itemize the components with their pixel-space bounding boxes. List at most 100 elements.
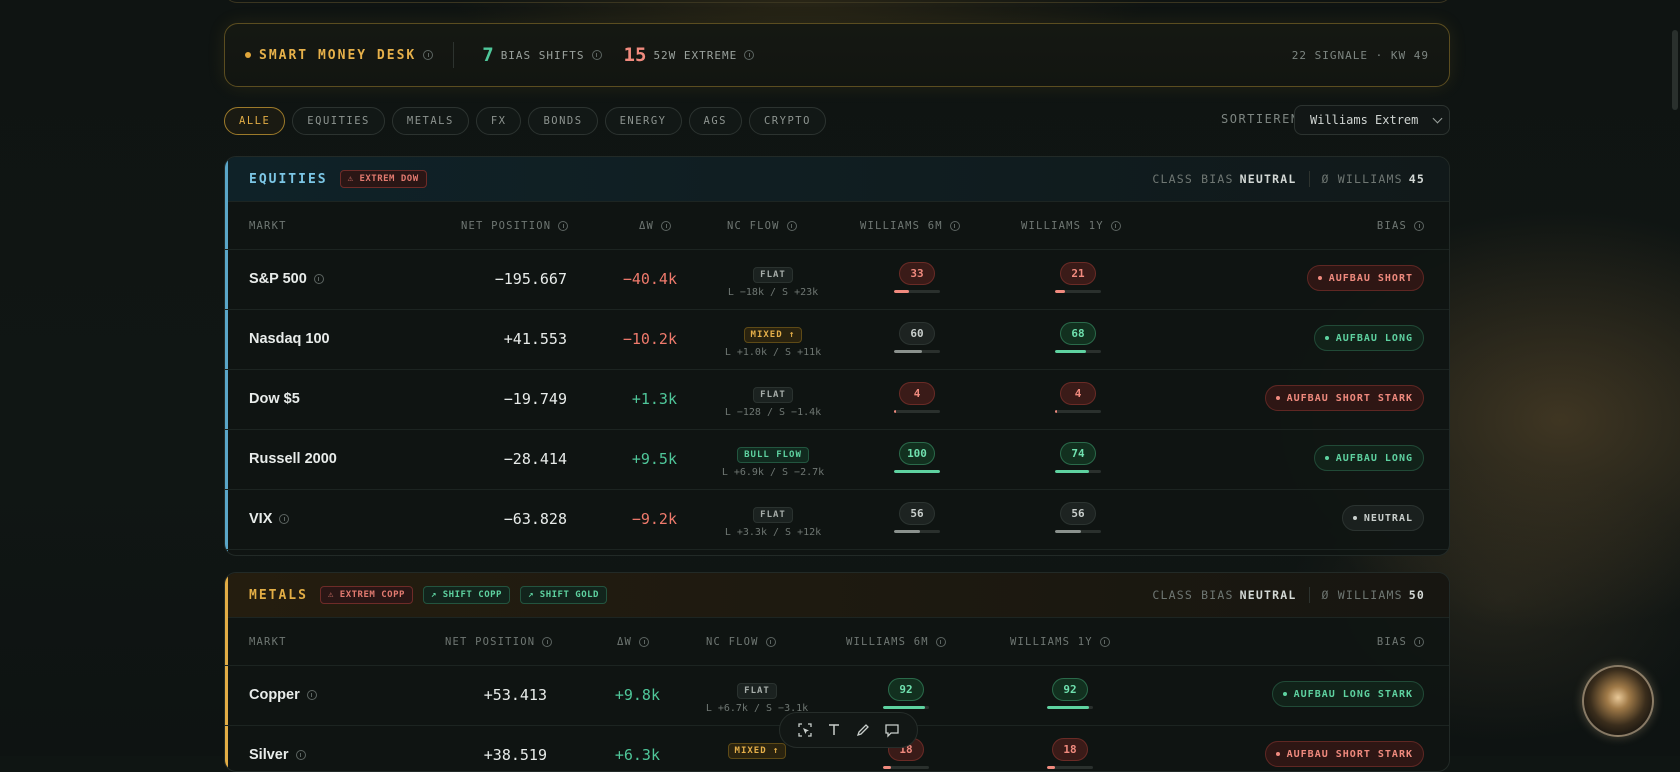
scrollbar-thumb[interactable] <box>1672 30 1678 110</box>
info-icon[interactable] <box>1110 221 1121 231</box>
info-icon[interactable] <box>1099 637 1110 647</box>
filter-chip-bonds[interactable]: BONDS <box>528 107 598 135</box>
pen-icon[interactable] <box>852 719 874 741</box>
williams-1y-bar-fill <box>1055 350 1087 353</box>
info-icon[interactable] <box>591 50 602 60</box>
table-row[interactable]: Russell 2000 −28.414 +9.5k BULL FLOW L +6.9k… <box>225 430 1449 490</box>
column-williams-1y: WILLIAMS 1Y <box>1010 636 1110 648</box>
signal-tag[interactable]: ↗ SHIFT COPP <box>422 586 510 604</box>
table-header-row: MARKT NET POSITION ΔW NC FLOW WILLIAMS 6M WIL… <box>225 618 1449 666</box>
filter-chip-ags[interactable]: AGS <box>688 107 742 135</box>
select-icon[interactable] <box>794 719 816 741</box>
market-name-text: Russell 2000 <box>249 451 337 467</box>
williams-1y: 4 <box>1055 382 1101 413</box>
signal-tag[interactable]: ↗ SHIFT GOLD <box>519 586 607 604</box>
info-icon[interactable] <box>1414 221 1424 231</box>
market-name-text: Dow $5 <box>249 391 300 407</box>
assistant-orb-button[interactable] <box>1582 665 1654 737</box>
market-name-text: Silver <box>249 747 289 763</box>
signal-meta: 22 SIGNALE · KW 49 <box>1291 48 1429 62</box>
market-name[interactable]: Russell 2000 <box>249 451 337 467</box>
column-net-position-text: NET POSITION <box>445 636 536 648</box>
nc-flow-cell: BULL FLOW L +6.9k / S −2.7k <box>713 442 833 478</box>
info-icon[interactable] <box>1414 637 1424 647</box>
williams-1y-bar-fill <box>1055 410 1057 413</box>
table-row[interactable]: S&P 500 −195.667 −40.4k FLAT L −18k / S +23k… <box>225 250 1449 310</box>
table-row[interactable]: VIX −63.828 −9.2k FLAT L +3.3k / S +12k 56 56 N… <box>225 490 1449 550</box>
bias-badge[interactable]: NEUTRAL <box>1341 505 1424 531</box>
williams-6m-bar-fill <box>894 290 910 293</box>
section-header: EQUITIES ⚠ EXTREM DOW CLASS BIAS NEUTRAL Ø W… <box>225 157 1449 202</box>
column-williams-6m: WILLIAMS 6M <box>846 636 946 648</box>
extreme-label: 52W EXTREME <box>653 48 738 62</box>
info-icon[interactable] <box>935 637 946 647</box>
info-icon[interactable] <box>295 750 306 761</box>
market-name[interactable]: Dow $5 <box>249 391 300 407</box>
bias-badge[interactable]: AUFBAU LONG <box>1313 325 1424 351</box>
filter-chip-alle[interactable]: ALLE <box>224 107 286 135</box>
filter-chip-energy[interactable]: ENERGY <box>604 107 682 135</box>
bias-badge[interactable]: AUFBAU LONG STARK <box>1271 681 1424 707</box>
flow-badge: MIXED ↑ <box>727 743 787 759</box>
info-icon[interactable] <box>542 637 553 647</box>
williams-avg-value: 50 <box>1408 588 1425 602</box>
williams-6m-value: 92 <box>888 678 924 701</box>
williams-1y: 74 <box>1055 442 1101 473</box>
info-icon[interactable] <box>558 221 569 231</box>
info-icon[interactable] <box>786 221 797 231</box>
market-name[interactable]: VIX <box>249 511 290 527</box>
bias-badge[interactable]: AUFBAU SHORT STARK <box>1264 741 1424 767</box>
market-name[interactable]: Copper <box>249 687 317 703</box>
williams-1y: 68 <box>1055 322 1101 353</box>
info-icon[interactable] <box>639 637 650 647</box>
table-row[interactable]: Dow $5 −19.749 +1.3k FLAT L −128 / S −1.4k 4 4… <box>225 370 1449 430</box>
williams-6m: 56 <box>894 502 940 533</box>
divider <box>1308 171 1310 187</box>
section-panel-equities: EQUITIES ⚠ EXTREM DOW CLASS BIAS NEUTRAL Ø W… <box>224 156 1450 556</box>
info-icon[interactable] <box>949 221 960 231</box>
williams-1y-bar-fill <box>1055 470 1090 473</box>
column-delta-w: ΔW <box>639 220 672 232</box>
signal-tag[interactable]: ⚠ EXTREM COPP <box>319 586 413 604</box>
class-bias-label: CLASS BIAS <box>1152 588 1234 602</box>
filter-chip-equities[interactable]: EQUITIES <box>292 107 385 135</box>
filter-chip-fx[interactable]: FX <box>475 107 522 135</box>
williams-6m-value: 33 <box>899 262 935 285</box>
filter-chip-metals[interactable]: METALS <box>391 107 469 135</box>
flow-detail: L +6.9k / S −2.7k <box>721 467 825 478</box>
sort-select[interactable]: Williams Extrem <box>1294 105 1450 135</box>
info-icon[interactable] <box>765 637 776 647</box>
bias-badge[interactable]: AUFBAU SHORT STARK <box>1264 385 1424 411</box>
net-position: −63.828 <box>503 510 567 528</box>
sort-label: SORTIEREN <box>1221 112 1300 126</box>
williams-6m-bar <box>894 410 940 413</box>
delta-w: +9.5k <box>631 450 677 468</box>
table-header-row: MARKT NET POSITION ΔW NC FLOW WILLIAMS 6M WIL… <box>225 202 1449 250</box>
delta-w: −40.4k <box>622 270 677 288</box>
column-nc-flow-text: NC FLOW <box>727 220 780 232</box>
market-name[interactable]: Nasdaq 100 <box>249 331 330 347</box>
williams-1y-value: 21 <box>1060 262 1096 285</box>
market-name[interactable]: Silver <box>249 747 306 763</box>
table-row[interactable]: Nasdaq 100 +41.553 −10.2k MIXED ↑ L +1.0k / … <box>225 310 1449 370</box>
signal-tag[interactable]: ⚠ EXTREM DOW <box>339 170 427 188</box>
info-icon[interactable] <box>423 50 434 60</box>
info-icon[interactable] <box>306 690 317 701</box>
info-icon[interactable] <box>744 50 755 60</box>
column-nc-flow: NC FLOW <box>727 220 797 232</box>
bias-badge[interactable]: AUFBAU SHORT <box>1306 265 1424 291</box>
info-icon[interactable] <box>661 221 672 231</box>
section-title: METALS <box>249 587 308 603</box>
williams-1y: 18 <box>1047 738 1093 769</box>
comment-icon[interactable] <box>881 719 903 741</box>
info-icon[interactable] <box>279 514 290 525</box>
market-name[interactable]: S&P 500 <box>249 271 324 287</box>
filter-chip-crypto[interactable]: CRYPTO <box>748 107 826 135</box>
williams-6m: 33 <box>894 262 940 293</box>
info-icon[interactable] <box>313 274 324 285</box>
williams-1y-bar <box>1047 766 1093 769</box>
extreme-count: 15 <box>623 44 647 66</box>
text-icon[interactable] <box>823 719 845 741</box>
bias-badge[interactable]: AUFBAU LONG <box>1313 445 1424 471</box>
flow-badge: BULL FLOW <box>737 447 809 463</box>
